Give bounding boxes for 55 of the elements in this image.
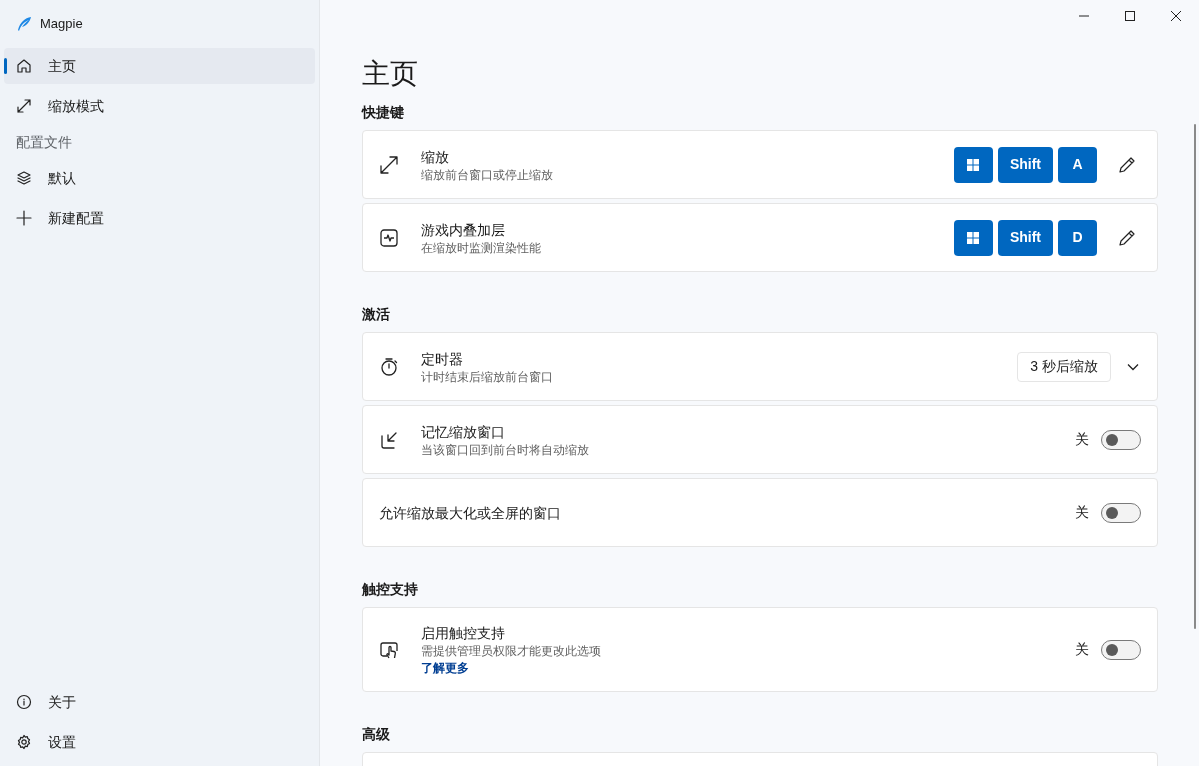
toggle-state-label: 关 <box>1075 640 1089 659</box>
section-heading: 触控支持 <box>362 580 419 599</box>
close-icon <box>1171 11 1181 21</box>
toggle-switch[interactable] <box>1101 502 1141 523</box>
nav-item[interactable]: 缩放模式 <box>4 88 315 124</box>
chevron-down-icon <box>1127 362 1139 371</box>
section-heading: 快捷键 <box>362 103 405 122</box>
setting-description: 需提供管理员权限才能更改此选项 <box>421 642 602 659</box>
stopwatch-icon <box>379 356 399 377</box>
toggle-switch[interactable] <box>1101 639 1141 660</box>
toggle-state-label: 关 <box>1075 430 1089 449</box>
section-heading: 激活 <box>362 305 391 324</box>
setting-title: 定时器 <box>421 349 464 369</box>
nav-item[interactable]: 默认 <box>4 160 315 196</box>
settings-icon <box>16 734 32 750</box>
home-icon <box>16 58 32 74</box>
diagonal-arrows-icon <box>16 98 32 114</box>
shortcut-key: A <box>1058 146 1097 183</box>
windows-logo-icon <box>967 231 980 244</box>
toggle-switch[interactable] <box>1101 429 1141 450</box>
setting-title: 启用触控支持 <box>421 623 506 643</box>
diagonal-arrows-icon <box>379 154 399 175</box>
feather-logo-icon <box>16 16 32 32</box>
toggle-state-label: 关 <box>1075 503 1089 522</box>
setting-title: 游戏内叠加层 <box>421 220 506 240</box>
touch-screen-icon <box>379 639 399 660</box>
maximize-icon <box>1125 11 1135 21</box>
setting-title: 允许缩放最大化或全屏的窗口 <box>379 503 562 523</box>
shortcut-key: Shift <box>997 146 1053 183</box>
setting-description: 当该窗口回到前台时将自动缩放 <box>421 441 590 458</box>
dropdown[interactable]: 3 秒后缩放 <box>1017 351 1111 382</box>
setting-description: 缩放前台窗口或停止缩放 <box>421 166 554 183</box>
learn-more-link[interactable]: 了解更多 <box>421 658 469 677</box>
nav-item[interactable]: 关于 <box>4 684 315 720</box>
page-title: 主页 <box>362 57 419 91</box>
setting-description: 在缩放时监测渲染性能 <box>421 239 542 256</box>
section-heading: 高级 <box>362 725 391 744</box>
info-icon <box>16 694 32 710</box>
plus-icon <box>16 210 32 226</box>
nav-item[interactable]: 新建配置 <box>4 200 315 236</box>
nav-item[interactable]: 主页 <box>4 48 315 84</box>
pulse-monitor-icon <box>379 227 399 248</box>
pencil-icon <box>1118 155 1136 174</box>
nav-item[interactable]: 设置 <box>4 724 315 760</box>
scrollbar[interactable] <box>1194 124 1196 629</box>
layers-icon <box>16 170 32 186</box>
pencil-icon <box>1118 228 1136 247</box>
setting-title: 缩放 <box>421 147 450 167</box>
setting-title: 记忆缩放窗口 <box>421 422 506 442</box>
setting-description: 计时结束后缩放前台窗口 <box>421 368 554 385</box>
app-title: Magpie <box>40 15 83 34</box>
shortcut-key: D <box>1058 219 1097 256</box>
shortcut-key: Shift <box>997 219 1053 256</box>
section-header: 配置文件 <box>15 132 73 152</box>
windows-logo-icon <box>967 158 980 171</box>
